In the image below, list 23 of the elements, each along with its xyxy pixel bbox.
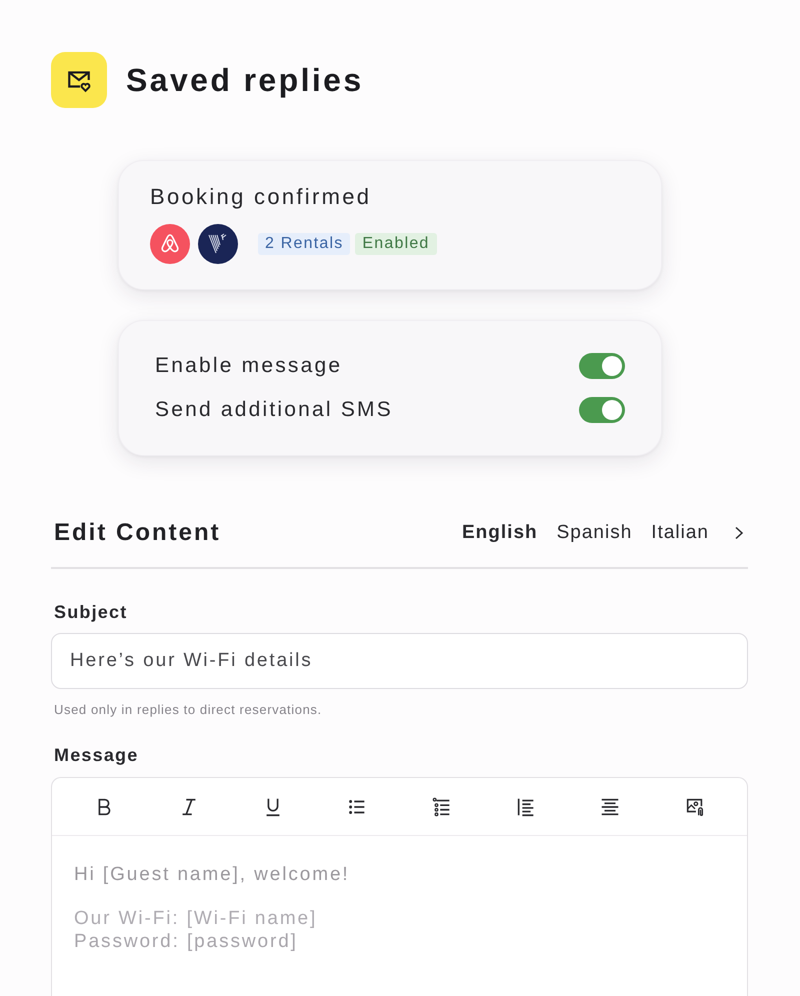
section-title: Edit Content (54, 519, 221, 547)
language-tab[interactable]: Spanish (556, 522, 632, 544)
reply-card[interactable]: Booking confirmed 2 Rentals Enabled (118, 160, 662, 290)
language-tab[interactable]: English (462, 522, 538, 544)
message-text: Password: [password] (74, 930, 298, 953)
tag: 2 Rentals (258, 233, 350, 255)
reply-title: Booking confirmed (150, 184, 372, 210)
field-label: Subject (54, 602, 128, 623)
language-tab[interactable]: Italian (651, 522, 709, 544)
subject-field[interactable]: Here’s our Wi-Fi details (51, 633, 748, 689)
field-label: Message (54, 745, 138, 766)
stripe-logo-icon (198, 224, 238, 264)
field-hint: Used only in replies to direct reservations. (54, 702, 322, 717)
loop-logo-icon (150, 224, 190, 264)
toggle-switch[interactable] (579, 397, 625, 423)
tag: Enabled (355, 233, 437, 255)
message-text: Our Wi-Fi: [Wi-Fi name] (74, 907, 318, 930)
message-text: Hi [Guest name], welcome! (74, 863, 350, 886)
setting-label: Enable message (155, 354, 342, 378)
toggle-switch[interactable] (579, 353, 625, 379)
page-title: Saved replies (126, 62, 364, 98)
setting-label: Send additional SMS (155, 398, 393, 422)
chevron-right-icon[interactable] (733, 526, 745, 540)
